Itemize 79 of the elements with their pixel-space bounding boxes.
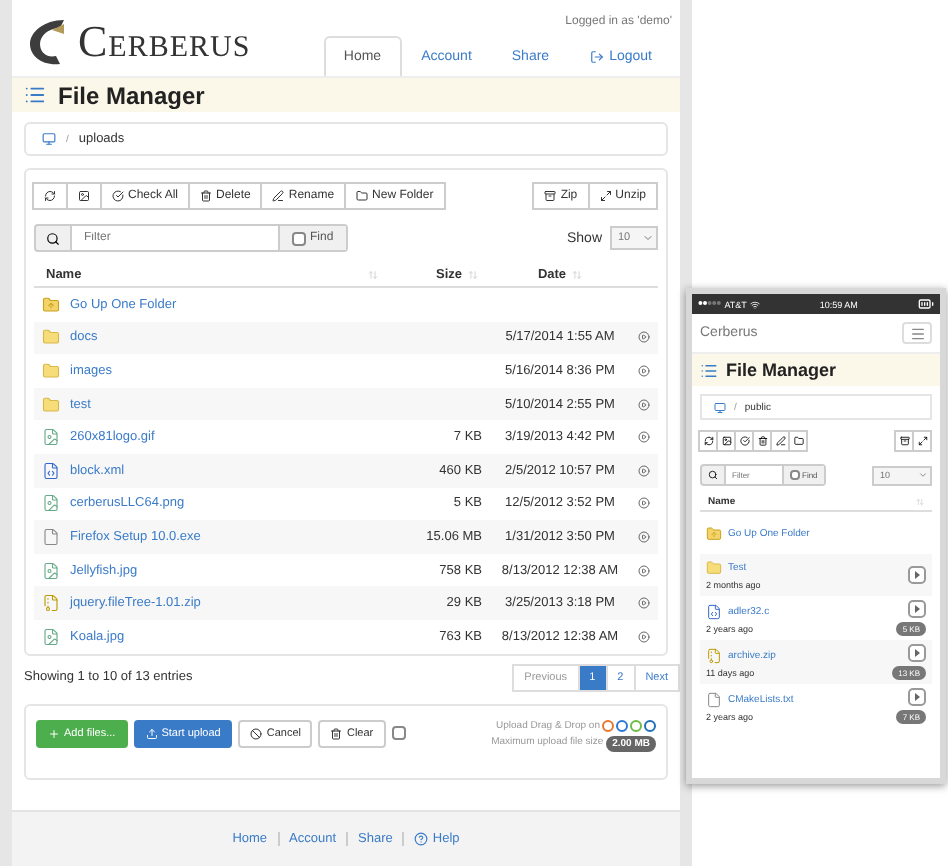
chevron-icon bbox=[642, 232, 654, 244]
wifi-icon bbox=[749, 299, 760, 309]
menu-icon bbox=[909, 325, 925, 341]
folder-icon bbox=[42, 328, 60, 347]
plus-icon bbox=[48, 727, 60, 740]
folder-up-icon bbox=[706, 525, 722, 541]
code-file-icon bbox=[42, 461, 60, 480]
ban-icon bbox=[250, 727, 263, 740]
toolbar-button[interactable] bbox=[716, 430, 736, 452]
trash-icon bbox=[330, 727, 343, 740]
monitor-icon bbox=[714, 401, 726, 413]
list-icon bbox=[24, 84, 46, 106]
archive-file-icon bbox=[706, 647, 722, 663]
page-title: File Manager bbox=[726, 360, 837, 380]
image-icon bbox=[721, 436, 731, 446]
toolbar-button[interactable] bbox=[894, 430, 914, 452]
folder-icon bbox=[706, 560, 722, 576]
folder-up-icon bbox=[42, 295, 60, 314]
help-icon bbox=[414, 832, 429, 846]
battery-icon bbox=[918, 296, 934, 312]
sort-icon bbox=[916, 497, 924, 505]
monitor-icon bbox=[42, 132, 56, 146]
search-icon bbox=[46, 231, 60, 245]
check-circle-icon bbox=[112, 190, 124, 202]
archive-file-icon bbox=[42, 594, 60, 613]
code-file-icon bbox=[706, 603, 722, 619]
play-icon[interactable] bbox=[638, 463, 650, 478]
toolbar-button[interactable] bbox=[698, 430, 718, 452]
image-file-icon bbox=[42, 428, 60, 447]
select-all-checkbox[interactable] bbox=[391, 725, 406, 740]
pencil-icon bbox=[775, 436, 785, 446]
play-icon[interactable] bbox=[908, 600, 926, 618]
trash-icon bbox=[200, 190, 213, 202]
image-file-icon bbox=[42, 494, 60, 513]
refresh-icon bbox=[44, 190, 56, 202]
signal-icon bbox=[698, 299, 722, 305]
expand-icon bbox=[917, 436, 927, 446]
pencil-icon bbox=[272, 190, 285, 202]
play-icon[interactable] bbox=[638, 496, 650, 511]
play-icon[interactable] bbox=[908, 688, 926, 706]
sort-icon bbox=[468, 270, 478, 280]
play-icon[interactable] bbox=[908, 644, 926, 662]
toolbar-button[interactable] bbox=[788, 430, 808, 452]
chevron-icon bbox=[918, 470, 928, 480]
file-icon bbox=[42, 527, 60, 546]
folder-icon bbox=[42, 361, 60, 380]
play-icon[interactable] bbox=[638, 397, 650, 412]
list-icon bbox=[700, 361, 718, 379]
toolbar-button[interactable] bbox=[752, 430, 772, 452]
play-icon[interactable] bbox=[638, 563, 650, 578]
play-icon[interactable] bbox=[638, 529, 650, 544]
sort-icon bbox=[572, 270, 583, 280]
folder-icon bbox=[356, 190, 369, 202]
page-title: File Manager bbox=[58, 81, 205, 109]
logo-text: Cerberus bbox=[78, 16, 251, 68]
play-icon[interactable] bbox=[638, 363, 650, 378]
archive-icon bbox=[899, 436, 909, 446]
play-icon[interactable] bbox=[638, 430, 650, 445]
check-circle-icon bbox=[739, 436, 749, 446]
image-icon bbox=[78, 190, 90, 202]
toolbar-button[interactable] bbox=[912, 430, 932, 452]
file-icon bbox=[706, 691, 722, 707]
play-icon[interactable] bbox=[908, 566, 926, 584]
search-icon bbox=[708, 470, 718, 480]
image-file-icon bbox=[42, 627, 60, 646]
archive-icon bbox=[544, 190, 557, 202]
image-file-icon bbox=[42, 561, 60, 580]
play-icon[interactable] bbox=[638, 629, 650, 644]
sort-icon bbox=[368, 270, 378, 280]
play-icon[interactable] bbox=[638, 330, 650, 345]
trash-icon bbox=[757, 436, 767, 446]
play-icon[interactable] bbox=[638, 596, 650, 611]
toolbar-button[interactable] bbox=[66, 182, 102, 210]
refresh-icon bbox=[703, 436, 713, 446]
logout-icon bbox=[589, 50, 604, 64]
menu-button[interactable] bbox=[902, 322, 932, 344]
folder-icon bbox=[793, 436, 803, 446]
upload-icon bbox=[145, 727, 158, 740]
folder-icon bbox=[42, 395, 60, 414]
